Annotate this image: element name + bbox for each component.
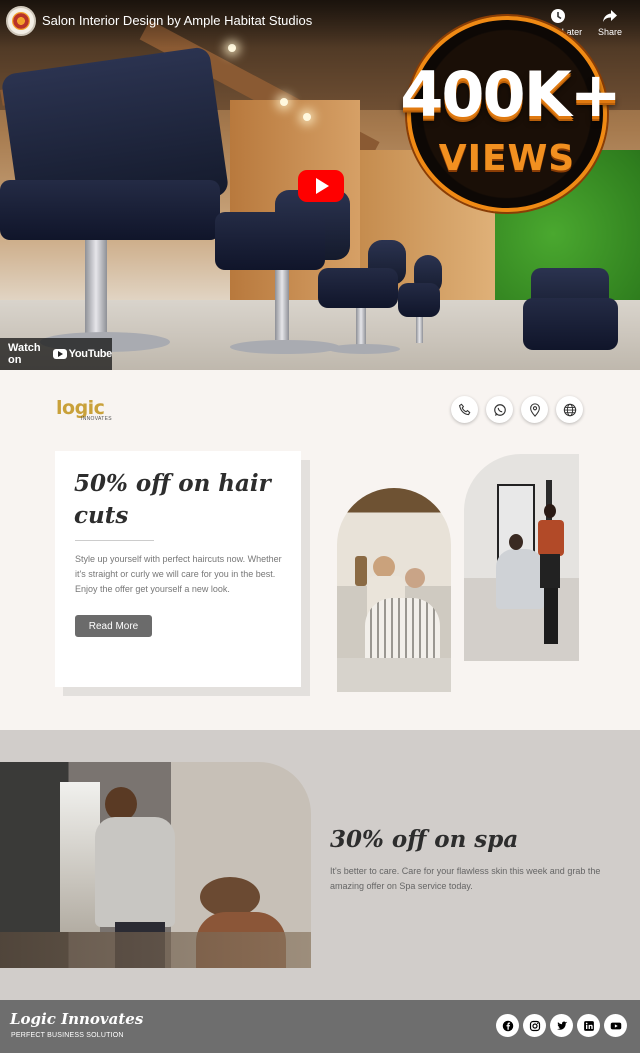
hair-offer-card: 50% off on hair cuts Style up yourself w… bbox=[55, 451, 301, 687]
salon-chair bbox=[398, 255, 443, 351]
watch-on-youtube-button[interactable]: Watch on YouTube bbox=[0, 338, 112, 370]
location-icon[interactable] bbox=[521, 396, 548, 423]
play-button[interactable] bbox=[298, 170, 344, 202]
title-divider bbox=[75, 540, 154, 541]
views-count: 400K+ bbox=[400, 58, 621, 131]
linkedin-icon[interactable] bbox=[577, 1014, 600, 1037]
video-title[interactable]: Salon Interior Design by Ample Habitat S… bbox=[42, 13, 312, 28]
youtube-play-icon bbox=[52, 349, 67, 359]
spa-photo bbox=[0, 762, 311, 968]
hair-offer-section: logic INNOVATES 50% off on hair cuts Sty… bbox=[0, 370, 640, 730]
whatsapp-icon[interactable] bbox=[486, 396, 513, 423]
share-arrow-icon bbox=[603, 10, 617, 22]
spa-offer-section: 30% off on spa It's better to care. Care… bbox=[0, 730, 640, 1000]
clock-icon bbox=[551, 9, 565, 23]
ceiling-light bbox=[303, 113, 311, 121]
instagram-icon[interactable] bbox=[523, 1014, 546, 1037]
spa-offer-title: 30% off on spa bbox=[330, 826, 519, 853]
video-embed[interactable]: Salon Interior Design by Ample Habitat S… bbox=[0, 0, 640, 370]
footer: Logic Innovates PERFECT BUSINESS SOLUTIO… bbox=[0, 1000, 640, 1053]
spa-offer-description: It's better to care. Care for your flawl… bbox=[330, 866, 601, 891]
twitter-icon[interactable] bbox=[550, 1014, 573, 1037]
share-label: Share bbox=[597, 27, 623, 37]
watch-on-label: Watch on bbox=[8, 342, 41, 366]
salon-chair bbox=[0, 46, 230, 360]
youtube-wordmark: YouTube bbox=[68, 348, 113, 360]
read-more-button[interactable]: Read More bbox=[75, 615, 152, 637]
facebook-icon[interactable] bbox=[496, 1014, 519, 1037]
play-icon bbox=[316, 178, 329, 194]
stylist-photo bbox=[464, 454, 579, 661]
globe-icon[interactable] bbox=[556, 396, 583, 423]
channel-avatar[interactable] bbox=[6, 6, 36, 36]
brand-logo[interactable]: logic INNOVATES bbox=[56, 397, 112, 422]
youtube-logo: YouTube bbox=[52, 348, 113, 360]
share-button[interactable]: Share bbox=[580, 8, 640, 37]
youtube-icon[interactable] bbox=[604, 1014, 627, 1037]
footer-brand[interactable]: Logic Innovates bbox=[10, 1010, 143, 1028]
hair-offer-description: Style up yourself with perfect haircuts … bbox=[75, 554, 282, 594]
views-label: VIEWS bbox=[438, 138, 576, 179]
barber-photo bbox=[337, 488, 451, 692]
ceiling-light bbox=[280, 98, 288, 106]
hair-offer-title: 50% off on hair cuts bbox=[74, 470, 271, 529]
footer-tagline: PERFECT BUSINESS SOLUTION bbox=[11, 1032, 124, 1039]
phone-icon[interactable] bbox=[451, 396, 478, 423]
salon-chair bbox=[523, 268, 618, 358]
logo-subtext: INNOVATES bbox=[81, 416, 112, 422]
salon-chair bbox=[318, 240, 408, 355]
